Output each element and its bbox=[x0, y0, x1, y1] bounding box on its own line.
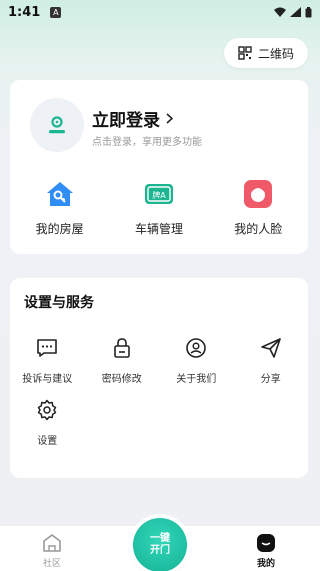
quick-label-my-face: 我的人脸 bbox=[234, 222, 283, 236]
quick-item-my-face[interactable]: 我的人脸 bbox=[218, 178, 298, 237]
wifi-icon bbox=[274, 7, 286, 17]
login-button[interactable]: 立即登录 bbox=[92, 106, 173, 131]
settings-label-share: 分享 bbox=[260, 374, 281, 385]
status-a-badge: A bbox=[50, 6, 62, 18]
status-time: 1:41 bbox=[8, 4, 41, 20]
tab-mine-label: 我的 bbox=[256, 559, 275, 569]
settings-item-feedback[interactable]: 投诉与建议 bbox=[10, 336, 85, 398]
settings-item-password[interactable]: 密码修改 bbox=[85, 336, 160, 398]
settings-title: 设置与服务 bbox=[24, 295, 94, 311]
message-icon bbox=[35, 336, 59, 360]
quick-label-my-house: 我的房屋 bbox=[35, 222, 84, 236]
share-icon bbox=[259, 336, 283, 360]
lock-icon bbox=[110, 336, 134, 360]
profile-card: 立即登录 点击登录，享用更多功能 我的房屋 牌A 车辆管理 我的人脸 bbox=[10, 80, 308, 254]
face-icon bbox=[242, 178, 274, 210]
settings-grid: 投诉与建议 密码修改 关于我们 分享 设置 bbox=[10, 336, 308, 460]
gear-icon bbox=[35, 398, 59, 422]
open-door-line2: 开门 bbox=[150, 545, 170, 556]
community-icon bbox=[43, 534, 61, 552]
house-key-icon bbox=[44, 178, 76, 210]
open-door-line1: 一键 bbox=[150, 533, 170, 544]
chevron-right-icon bbox=[166, 113, 173, 124]
tab-community[interactable]: 社区 bbox=[22, 532, 82, 569]
user-avatar-icon bbox=[49, 116, 65, 134]
settings-item-share[interactable]: 分享 bbox=[234, 336, 309, 398]
quick-actions: 我的房屋 牌A 车辆管理 我的人脸 bbox=[10, 178, 308, 237]
qr-code-label: 二维码 bbox=[257, 46, 294, 61]
quick-label-vehicle: 车辆管理 bbox=[134, 222, 183, 236]
battery-icon bbox=[305, 6, 312, 17]
tab-mine[interactable]: 我的 bbox=[236, 532, 296, 569]
settings-card: 设置与服务 投诉与建议 密码修改 关于我们 分享 设置 bbox=[10, 278, 308, 478]
avatar[interactable] bbox=[30, 98, 84, 152]
settings-label-settings: 设置 bbox=[37, 436, 58, 447]
svg-text:牌A: 牌A bbox=[152, 190, 166, 200]
mine-icon bbox=[257, 534, 275, 552]
open-door-button[interactable]: 一键 开门 bbox=[133, 518, 187, 571]
settings-label-password: 密码修改 bbox=[101, 374, 142, 385]
settings-label-about: 关于我们 bbox=[176, 374, 217, 385]
status-icons bbox=[274, 6, 312, 18]
about-icon bbox=[184, 336, 208, 360]
settings-item-settings[interactable]: 设置 bbox=[10, 398, 85, 460]
settings-item-about[interactable]: 关于我们 bbox=[159, 336, 234, 398]
login-subtitle: 点击登录，享用更多功能 bbox=[92, 137, 202, 148]
qr-code-icon bbox=[238, 46, 252, 60]
tab-community-label: 社区 bbox=[42, 559, 61, 569]
signal-icon bbox=[290, 7, 301, 17]
qr-code-button[interactable]: 二维码 bbox=[224, 38, 308, 68]
quick-item-vehicle[interactable]: 牌A 车辆管理 bbox=[119, 178, 199, 237]
login-title: 立即登录 bbox=[92, 111, 160, 131]
quick-item-my-house[interactable]: 我的房屋 bbox=[20, 178, 100, 237]
settings-label-feedback: 投诉与建议 bbox=[22, 374, 73, 385]
status-bar: 1:41 A bbox=[0, 0, 320, 24]
license-plate-icon: 牌A bbox=[143, 178, 175, 210]
